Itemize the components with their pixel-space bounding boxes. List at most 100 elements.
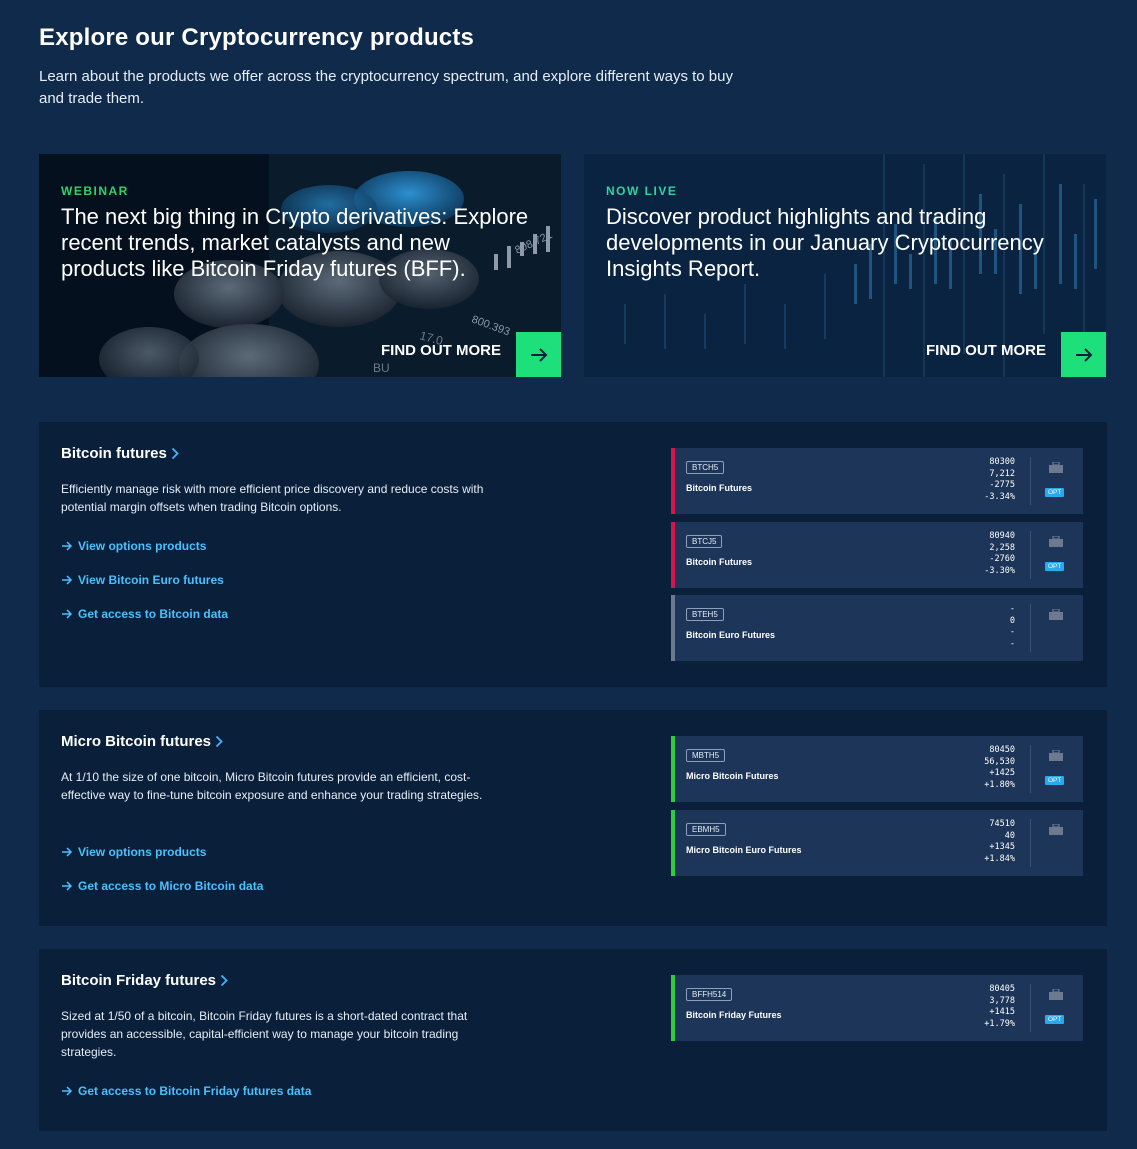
- arrow-right-button[interactable]: [516, 332, 561, 377]
- link-label: Get access to Bitcoin data: [78, 607, 229, 621]
- link-label: View Bitcoin Euro futures: [78, 573, 224, 587]
- arrow-right-icon: [61, 1085, 73, 1097]
- page-header: Explore our Cryptocurrency products Lear…: [39, 24, 759, 110]
- ticker-card[interactable]: BFFH514 Bitcoin Friday Futures 80405 3,7…: [671, 975, 1083, 1041]
- ticker-last: 80450: [989, 745, 1015, 755]
- ticker-percent: -3.30%: [984, 565, 1015, 576]
- promo-title: The next big thing in Crypto derivatives…: [61, 204, 529, 281]
- ticker-change: +1415: [989, 1007, 1015, 1017]
- promo-card-insights-report[interactable]: NOW LIVE Discover product highlights and…: [584, 154, 1106, 377]
- section-title: Bitcoin Friday futures: [61, 972, 217, 989]
- section-description: At 1/10 the size of one bitcoin, Micro B…: [61, 770, 483, 802]
- link-label: View options products: [78, 845, 207, 859]
- image-text-4: BU: [373, 361, 390, 375]
- briefcase-icon[interactable]: [1049, 609, 1063, 620]
- ticker-values: 80450 56,530 +1425 +1.80%: [984, 745, 1015, 791]
- find-out-more-link[interactable]: FIND OUT MORE: [926, 342, 1046, 359]
- ticker-volume: 56,530: [984, 756, 1015, 767]
- view-options-products-link[interactable]: View options products: [61, 539, 206, 553]
- ticker-last: 80405: [989, 984, 1015, 994]
- view-options-products-link[interactable]: View options products: [61, 845, 206, 859]
- divider: [1030, 457, 1031, 505]
- find-out-more-link[interactable]: FIND OUT MORE: [381, 342, 501, 359]
- briefcase-icon[interactable]: [1049, 989, 1063, 1000]
- ticker-values: 80300 7,212 -2775 -3.34%: [984, 457, 1015, 503]
- promo-kicker: WEBINAR: [61, 184, 129, 198]
- ticker-values: 80940 2,258 -2760 -3.30%: [984, 531, 1015, 577]
- ticker-values: - 0 - -: [1010, 604, 1015, 650]
- ticker-name: Bitcoin Friday Futures: [686, 1010, 782, 1020]
- section-bitcoin-friday-futures: Bitcoin Friday futures Sized at 1/50 of …: [39, 949, 1107, 1131]
- trend-bar: [671, 810, 675, 876]
- ticker-change: -2760: [989, 554, 1015, 564]
- options-badge[interactable]: OPT: [1045, 562, 1065, 571]
- ticker-card[interactable]: BTEH5 Bitcoin Euro Futures - 0 - -: [671, 595, 1083, 661]
- trend-bar: [671, 522, 675, 588]
- briefcase-icon[interactable]: [1049, 824, 1063, 835]
- briefcase-icon[interactable]: [1049, 462, 1063, 473]
- ticker-name: Micro Bitcoin Futures: [686, 771, 779, 781]
- ticker-change: -: [1009, 627, 1015, 637]
- ticker-change: +1425: [989, 768, 1015, 778]
- ticker-last: -: [1009, 604, 1015, 614]
- arrow-right-button[interactable]: [1061, 332, 1106, 377]
- section-description: Efficiently manage risk with more effici…: [61, 482, 484, 514]
- ticker-percent: +1.80%: [984, 779, 1015, 790]
- arrow-right-icon: [1075, 347, 1092, 362]
- promo-card-webinar[interactable]: 808.721 800.393 17.0 BU WEBINAR The next…: [39, 154, 561, 377]
- ticker-name: Bitcoin Futures: [686, 483, 753, 493]
- divider: [1030, 745, 1031, 793]
- trend-bar: [671, 448, 675, 514]
- divider: [1030, 604, 1031, 652]
- get-bitcoin-friday-data-link[interactable]: Get access to Bitcoin Friday futures dat…: [61, 1084, 311, 1098]
- briefcase-icon[interactable]: [1049, 750, 1063, 761]
- ticker-name: Bitcoin Futures: [686, 557, 753, 567]
- section-title-link[interactable]: Bitcoin futures: [61, 445, 179, 462]
- view-bitcoin-euro-futures-link[interactable]: View Bitcoin Euro futures: [61, 573, 224, 587]
- options-badge[interactable]: OPT: [1045, 776, 1065, 785]
- ticker-volume: 7,212: [989, 468, 1015, 479]
- section-title: Bitcoin futures: [61, 445, 167, 462]
- ticker-card[interactable]: MBTH5 Micro Bitcoin Futures 80450 56,530…: [671, 736, 1083, 802]
- get-micro-bitcoin-data-link[interactable]: Get access to Micro Bitcoin data: [61, 879, 263, 893]
- section-title-link[interactable]: Micro Bitcoin futures: [61, 733, 223, 750]
- options-badge[interactable]: OPT: [1045, 488, 1065, 497]
- arrow-right-icon: [61, 846, 73, 858]
- ticker-code: EBMH5: [686, 823, 726, 836]
- ticker-code: BTCH5: [686, 461, 725, 474]
- ticker-change: -2775: [989, 480, 1015, 490]
- divider: [1030, 531, 1031, 579]
- section-description: Sized at 1/50 of a bitcoin, Bitcoin Frid…: [61, 1009, 468, 1059]
- arrow-right-icon: [530, 347, 547, 362]
- ticker-percent: +1.84%: [984, 853, 1015, 864]
- ticker-volume: 40: [1004, 830, 1015, 841]
- briefcase-icon[interactable]: [1049, 536, 1063, 547]
- ticker-values: 74510 40 +1345 +1.84%: [984, 819, 1015, 865]
- options-badge[interactable]: OPT: [1045, 1015, 1065, 1024]
- ticker-percent: -3.34%: [984, 491, 1015, 502]
- chevron-right-icon: [215, 735, 223, 748]
- section-bitcoin-futures: Bitcoin futures Efficiently manage risk …: [39, 422, 1107, 687]
- ticker-percent: -: [1009, 638, 1015, 649]
- ticker-code: MBTH5: [686, 749, 726, 762]
- ticker-card[interactable]: BTCJ5 Bitcoin Futures 80940 2,258 -2760 …: [671, 522, 1083, 588]
- ticker-card[interactable]: EBMH5 Micro Bitcoin Euro Futures 74510 4…: [671, 810, 1083, 876]
- trend-bar: [671, 736, 675, 802]
- ticker-last: 80940: [989, 531, 1015, 541]
- section-micro-bitcoin-futures: Micro Bitcoin futures At 1/10 the size o…: [39, 710, 1107, 926]
- ticker-card[interactable]: BTCH5 Bitcoin Futures 80300 7,212 -2775 …: [671, 448, 1083, 514]
- section-title-link[interactable]: Bitcoin Friday futures: [61, 972, 228, 989]
- ticker-change: +1345: [989, 842, 1015, 852]
- divider: [1030, 984, 1031, 1032]
- arrow-right-icon: [61, 608, 73, 620]
- ticker-volume: 0: [1009, 615, 1015, 626]
- ticker-volume: 2,258: [989, 542, 1015, 553]
- arrow-right-icon: [61, 540, 73, 552]
- link-label: View options products: [78, 539, 207, 553]
- chevron-right-icon: [171, 447, 179, 460]
- ticker-code: BFFH514: [686, 988, 733, 1001]
- trend-bar: [671, 595, 675, 661]
- ticker-last: 74510: [989, 819, 1015, 829]
- get-bitcoin-data-link[interactable]: Get access to Bitcoin data: [61, 607, 228, 621]
- link-label: Get access to Micro Bitcoin data: [78, 879, 264, 893]
